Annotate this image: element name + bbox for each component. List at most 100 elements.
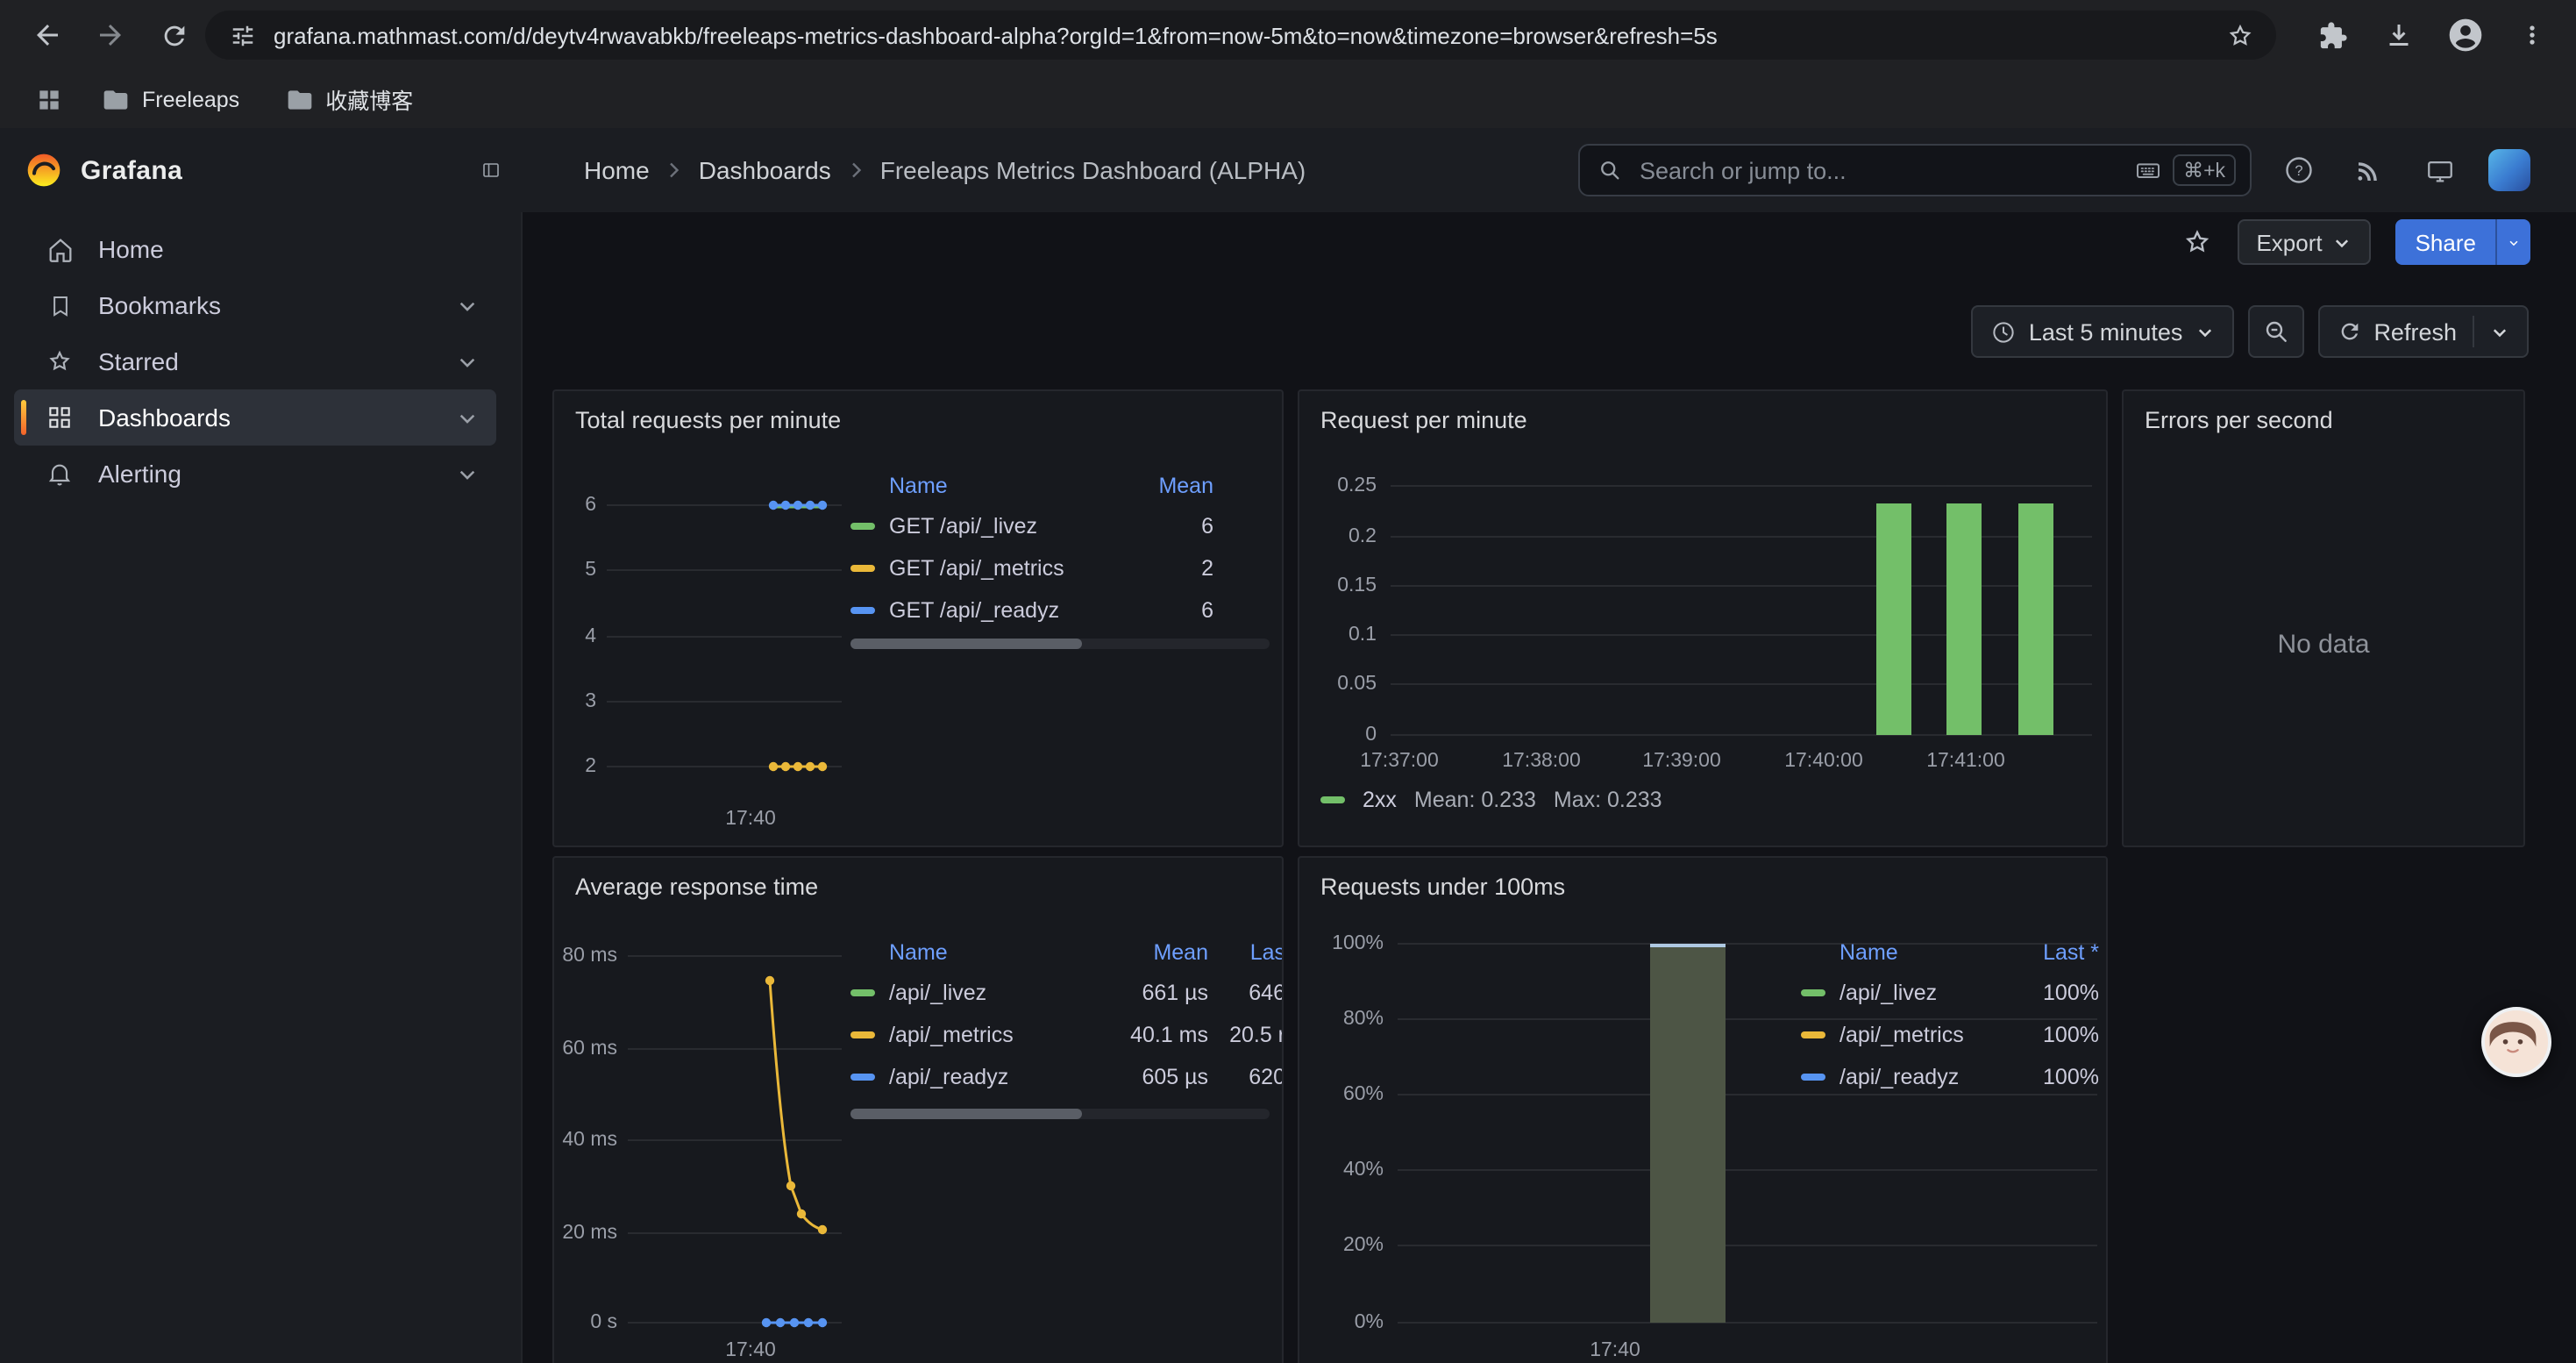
- bookmark-freeleaps[interactable]: Freeleaps: [102, 85, 239, 113]
- panel-title[interactable]: Average response time: [575, 874, 818, 900]
- series-color-icon: [850, 565, 875, 572]
- menu-kebab-icon[interactable]: [2506, 9, 2558, 61]
- sidebar-item-bookmarks[interactable]: Bookmarks: [14, 277, 496, 333]
- legend-header-name[interactable]: Name: [889, 473, 1133, 497]
- downloads-icon[interactable]: [2373, 9, 2425, 61]
- bookmark-star-icon[interactable]: [2225, 20, 2255, 50]
- panel-title[interactable]: Request per minute: [1320, 407, 1527, 433]
- series-color-icon: [850, 607, 875, 614]
- sidebar-item-starred[interactable]: Starred: [14, 333, 496, 389]
- export-button[interactable]: Export: [2237, 219, 2371, 265]
- bookmark-blog[interactable]: 收藏博客: [285, 82, 413, 116]
- series-last: 100%: [2004, 981, 2099, 1005]
- chevron-down-icon[interactable]: [456, 462, 479, 485]
- help-icon[interactable]: ?: [2278, 149, 2320, 191]
- chevron-down-icon[interactable]: [456, 350, 479, 373]
- extensions-icon[interactable]: [2306, 9, 2359, 61]
- shortcut-badge: ⌘+k: [2173, 154, 2236, 186]
- bookmarks-bar: Freeleaps 收藏博客: [0, 70, 2576, 130]
- sidebar-item-dashboards[interactable]: Dashboards: [14, 389, 496, 446]
- sidebar-toggle-icon[interactable]: [470, 149, 512, 191]
- sidebar-item-home[interactable]: Home: [14, 221, 496, 277]
- y-axis-tick: 0.25: [1299, 474, 1377, 498]
- series-name[interactable]: /api/_metrics: [889, 1023, 1107, 1047]
- y-axis-tick: 0%: [1299, 1310, 1384, 1335]
- panel-title[interactable]: Errors per second: [2145, 407, 2333, 433]
- sidebar-item-alerting[interactable]: Alerting: [14, 446, 496, 502]
- scrollbar-thumb[interactable]: [850, 639, 1082, 649]
- x-axis-tick: 17:40:00: [1771, 749, 1876, 774]
- breadcrumb-dashboards[interactable]: Dashboards: [699, 156, 831, 184]
- sidebar-item-label: Alerting: [98, 460, 181, 488]
- url-text[interactable]: grafana.mathmast.com/d/deytv4rwavabkb/fr…: [274, 22, 2204, 48]
- legend-row: GET /api/_livez 6: [850, 505, 1270, 547]
- share-menu-chevron-icon[interactable]: [2495, 219, 2530, 265]
- grafana-logo-icon[interactable]: [25, 151, 63, 189]
- y-axis-tick: 20%: [1299, 1233, 1384, 1258]
- toolbar-right: [2306, 9, 2558, 61]
- chat-avatar[interactable]: [2481, 1007, 2551, 1077]
- zoom-out-button[interactable]: [2247, 305, 2303, 358]
- series-mean: 605 µs: [1107, 1065, 1208, 1089]
- y-axis-tick: 0.15: [1299, 574, 1377, 598]
- legend-header-mean[interactable]: Mean: [1133, 473, 1213, 497]
- user-avatar[interactable]: [2488, 149, 2530, 191]
- legend-scrollbar[interactable]: [850, 1109, 1270, 1119]
- legend-header-last[interactable]: Last *: [2004, 939, 2099, 964]
- series-name[interactable]: /api/_livez: [889, 981, 1107, 1005]
- legend-row: GET /api/_metrics 2: [850, 547, 1270, 589]
- time-range-picker[interactable]: Last 5 minutes: [1971, 305, 2234, 358]
- panel-request-per-minute: Request per minute 0.25 0.2 0.15 0.1 0.0…: [1298, 389, 2108, 847]
- mega-menu: Home Bookmarks Starred Dashboa: [0, 212, 523, 1363]
- site-settings-icon[interactable]: [230, 22, 256, 48]
- kiosk-monitor-icon[interactable]: [2418, 149, 2460, 191]
- reload-button[interactable]: [147, 9, 200, 61]
- panel-title[interactable]: Requests under 100ms: [1320, 874, 1565, 900]
- search-input[interactable]: [1636, 155, 2134, 185]
- panel-avg-response-time: Average response time 80 ms 60 ms 40 ms …: [552, 856, 1284, 1363]
- chevron-down-icon[interactable]: [456, 294, 479, 317]
- x-axis-tick: 17:40: [715, 1338, 786, 1363]
- legend-row: /api/_metrics 100%: [1801, 1014, 2099, 1056]
- legend-header-name[interactable]: Name: [889, 939, 1107, 964]
- legend-header-name[interactable]: Name: [1839, 939, 2004, 964]
- refresh-button[interactable]: Refresh: [2317, 305, 2529, 358]
- legend: 2xx Mean: 0.233 Max: 0.233: [1320, 788, 1662, 812]
- series-name[interactable]: GET /api/_metrics: [889, 556, 1133, 581]
- series-last: 620: [1208, 1065, 1284, 1089]
- series-name[interactable]: GET /api/_livez: [889, 514, 1133, 539]
- news-rss-icon[interactable]: [2348, 149, 2390, 191]
- panel-title[interactable]: Total requests per minute: [575, 407, 841, 433]
- series-mean: 2: [1133, 556, 1213, 581]
- time-range-label: Last 5 minutes: [2029, 318, 2183, 345]
- breadcrumb-home[interactable]: Home: [584, 156, 650, 184]
- bookmark-label: 收藏博客: [325, 82, 413, 116]
- series-name[interactable]: /api/_readyz: [1839, 1065, 2004, 1089]
- series-name[interactable]: /api/_readyz: [889, 1065, 1107, 1089]
- series-name[interactable]: /api/_livez: [1839, 981, 2004, 1005]
- series-name[interactable]: /api/_metrics: [1839, 1023, 2004, 1047]
- y-axis-tick: 0 s: [554, 1310, 617, 1335]
- y-axis-tick: 80%: [1299, 1007, 1384, 1031]
- divider: [2473, 316, 2474, 347]
- panel-under-100ms: Requests under 100ms 100% 80% 60% 40% 20…: [1298, 856, 2108, 1363]
- chevron-down-icon[interactable]: [456, 406, 479, 429]
- forward-button[interactable]: [84, 9, 137, 61]
- url-bar[interactable]: grafana.mathmast.com/d/deytv4rwavabkb/fr…: [205, 11, 2276, 60]
- series-last: 20.5 r: [1208, 1023, 1284, 1047]
- legend-header-mean[interactable]: Mean: [1107, 939, 1208, 964]
- search-box[interactable]: ⌘+k: [1578, 144, 2252, 196]
- profile-avatar[interactable]: [2439, 9, 2492, 61]
- series-name[interactable]: GET /api/_readyz: [889, 598, 1133, 623]
- apps-grid-icon[interactable]: [25, 83, 74, 115]
- legend-scrollbar[interactable]: [850, 639, 1270, 649]
- legend-header-last[interactable]: Las: [1208, 939, 1284, 964]
- share-button[interactable]: Share: [2396, 219, 2495, 265]
- series-name[interactable]: 2xx: [1363, 788, 1397, 812]
- svg-text:?: ?: [2295, 163, 2302, 179]
- legend-table: Name Last * /api/_livez 100% /api/_metri…: [1801, 931, 2099, 1098]
- y-axis-tick: 6: [554, 493, 596, 517]
- scrollbar-thumb[interactable]: [850, 1109, 1082, 1119]
- back-button[interactable]: [21, 9, 74, 61]
- favorite-star-icon[interactable]: [2181, 226, 2212, 258]
